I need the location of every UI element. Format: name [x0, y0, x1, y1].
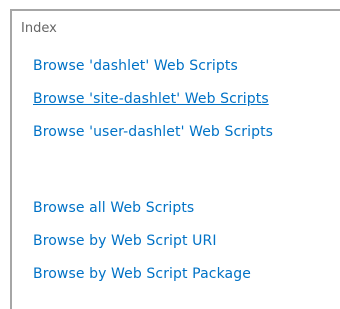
index-panel: Index Browse 'dashlet' Web Scripts Brows…	[10, 9, 340, 309]
index-title: Index	[21, 21, 57, 36]
link-browse-all-web-scripts[interactable]: Browse all Web Scripts	[33, 200, 194, 216]
link-browse-by-web-script-package[interactable]: Browse by Web Script Package	[33, 266, 251, 282]
link-browse-site-dashlet-web-scripts[interactable]: Browse 'site-dashlet' Web Scripts	[33, 91, 269, 107]
link-browse-by-web-script-uri[interactable]: Browse by Web Script URI	[33, 233, 217, 249]
link-browse-user-dashlet-web-scripts[interactable]: Browse 'user-dashlet' Web Scripts	[33, 124, 273, 140]
link-browse-dashlet-web-scripts[interactable]: Browse 'dashlet' Web Scripts	[33, 58, 238, 74]
